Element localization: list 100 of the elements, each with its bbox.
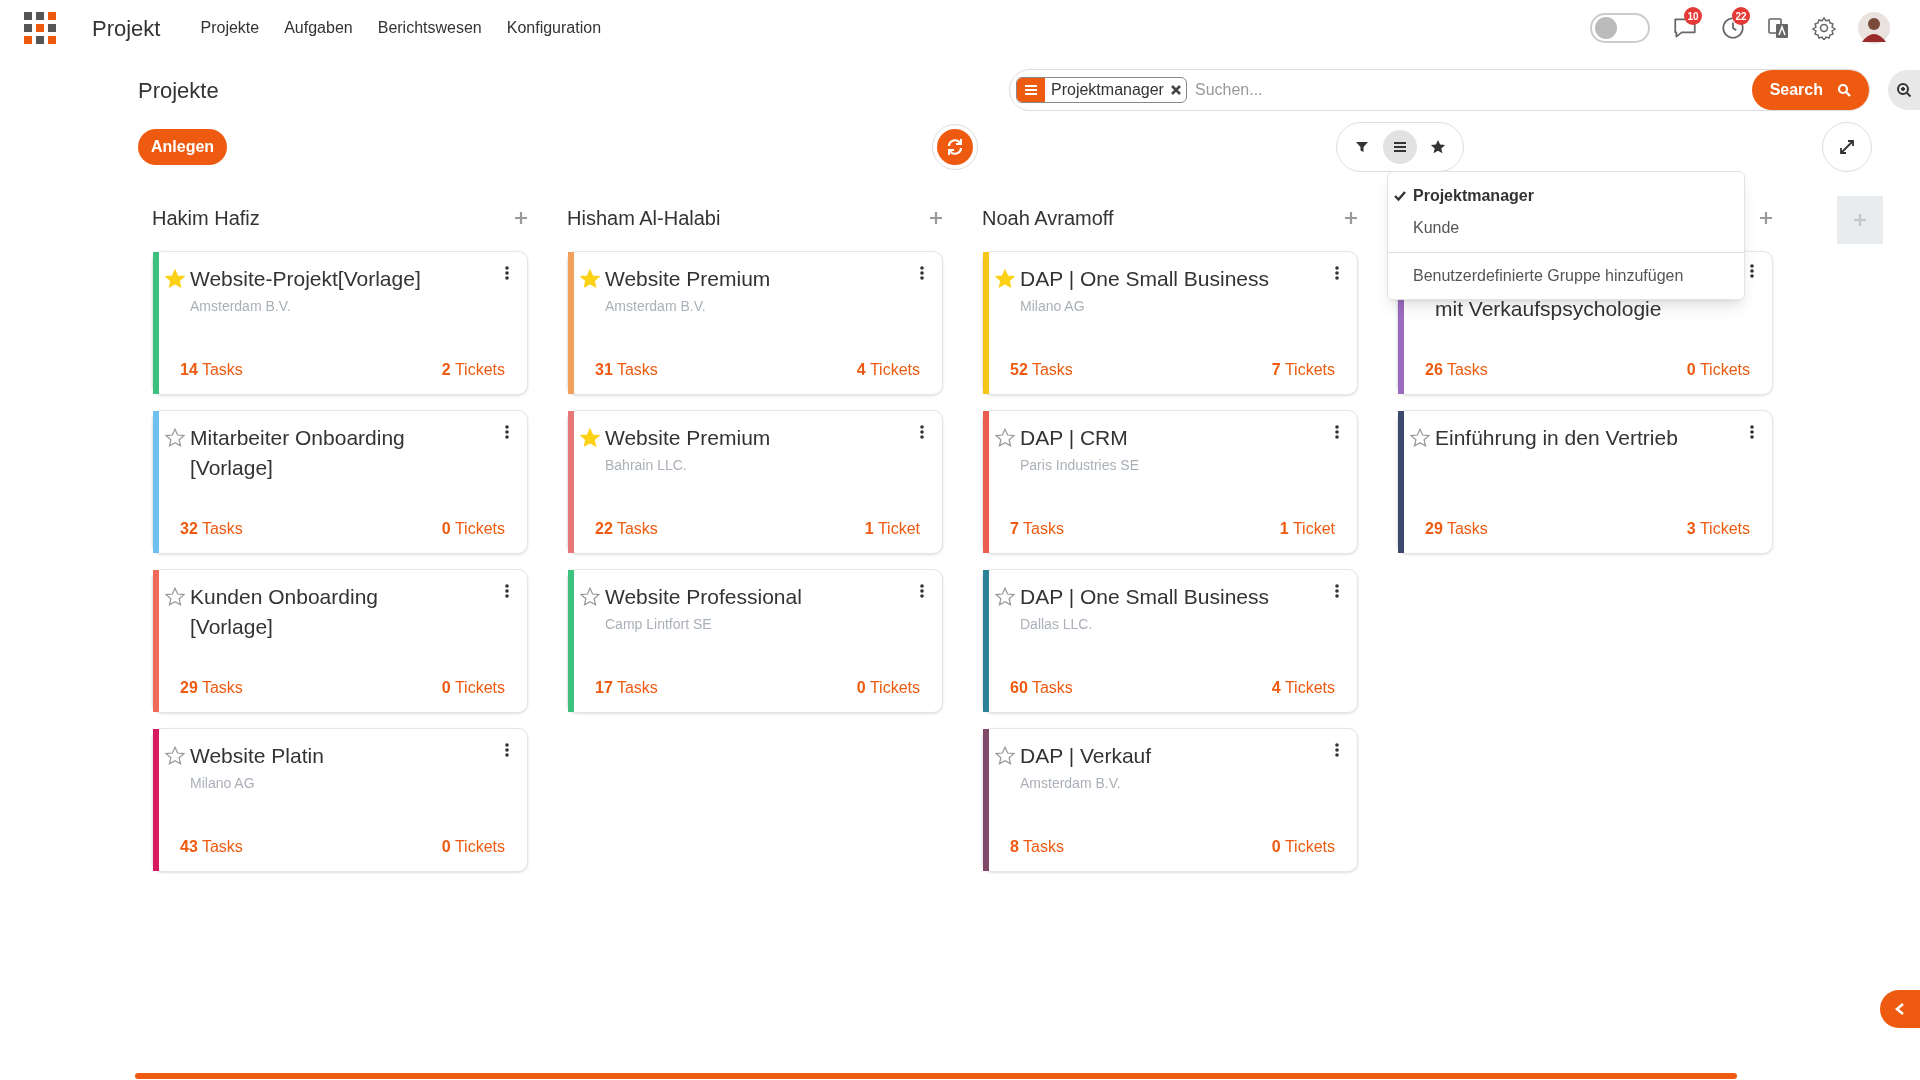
task-count[interactable]: 26 Tasks (1425, 358, 1488, 382)
project-card[interactable]: Mitarbeiter Onboarding [Vorlage] 32 Tasks 0 Tickets (152, 410, 528, 554)
more-icon[interactable] (920, 584, 924, 598)
side-panel-toggle[interactable] (1880, 990, 1920, 1028)
project-card[interactable]: Website Premium Amsterdam B.V. 31 Tasks 4 Tickets (567, 251, 943, 395)
list-icon (1392, 139, 1409, 155)
task-count[interactable]: 32 Tasks (180, 517, 243, 541)
project-card[interactable]: DAP | One Small Business Dallas LLC. 60 Tasks 4 Tickets (982, 569, 1358, 713)
create-button[interactable]: Anlegen (138, 129, 228, 165)
ticket-count[interactable]: 1 Ticket (864, 517, 920, 541)
settings-icon[interactable] (1812, 16, 1836, 40)
card-title: DAP | One Small Business (1020, 266, 1270, 292)
more-icon[interactable] (505, 743, 509, 757)
apps-grid-icon[interactable] (24, 12, 56, 44)
ticket-count[interactable]: 2 Tickets (441, 358, 505, 382)
ticket-count[interactable]: 4 Tickets (1271, 676, 1335, 700)
project-card[interactable]: Website-Projekt[Vorlage] Amsterdam B.V. 14 Tasks 2 Tickets (152, 251, 528, 395)
star-icon[interactable] (1410, 428, 1430, 448)
customer-name: Bahrain LLC. (605, 456, 688, 475)
star-icon[interactable] (995, 746, 1015, 766)
search-input[interactable]: Suchen... (1194, 78, 1752, 102)
task-count[interactable]: 60 Tasks (1010, 676, 1073, 700)
ticket-count[interactable]: 4 Tickets (856, 358, 920, 382)
star-icon[interactable] (995, 428, 1015, 448)
project-card[interactable]: DAP | Verkauf Amsterdam B.V. 8 Tasks 0 Tickets (982, 728, 1358, 872)
card-title: Mitarbeiter Onboarding [Vorlage] (190, 425, 406, 481)
task-count[interactable]: 8 Tasks (1010, 835, 1064, 859)
star-icon[interactable] (995, 587, 1015, 607)
project-card[interactable]: Website Platin Milano AG 43 Tasks 0 Tickets (152, 728, 528, 872)
customer-name: Milano AG (190, 774, 256, 793)
expand-button[interactable] (1822, 122, 1873, 172)
nav-link[interactable]: Projekte (200, 16, 260, 40)
more-icon[interactable] (505, 266, 509, 280)
group-view-button[interactable] (1383, 130, 1418, 164)
add-icon[interactable] (929, 211, 943, 225)
more-icon[interactable] (505, 425, 509, 439)
star-icon[interactable] (580, 428, 600, 448)
star-icon[interactable] (995, 269, 1015, 289)
project-card[interactable]: Einführung in den Vertrieb 29 Tasks 3 Tickets (1397, 410, 1773, 554)
star-icon[interactable] (165, 269, 185, 289)
filter-icon (1354, 139, 1371, 155)
ticket-count[interactable]: 3 Tickets (1686, 517, 1750, 541)
translate-icon[interactable] (1768, 17, 1790, 39)
add-icon[interactable] (514, 211, 528, 225)
toggle-switch[interactable] (1590, 13, 1650, 43)
ticket-count[interactable]: 7 Tickets (1271, 358, 1335, 382)
nav-link[interactable]: Aufgaben (284, 16, 353, 40)
more-icon[interactable] (1335, 266, 1339, 280)
horizontal-scrollbar[interactable] (135, 1073, 1737, 1079)
ticket-count[interactable]: 0 Tickets (441, 835, 505, 859)
more-icon[interactable] (1335, 425, 1339, 439)
task-count[interactable]: 43 Tasks (180, 835, 243, 859)
card-title: Website Premium (605, 425, 772, 451)
star-icon[interactable] (580, 269, 600, 289)
more-icon[interactable] (505, 584, 509, 598)
menu-item[interactable]: Projektmanager (1388, 180, 1744, 212)
task-count[interactable]: 7 Tasks (1010, 517, 1064, 541)
customer-name: Milano AG (1020, 297, 1086, 316)
ticket-count[interactable]: 0 Tickets (441, 676, 505, 700)
project-card[interactable]: DAP | CRM Paris Industries SE 7 Tasks 1 Ticket (982, 410, 1358, 554)
ticket-count[interactable]: 0 Tickets (441, 517, 505, 541)
ticket-count[interactable]: 1 Ticket (1279, 517, 1335, 541)
zoom-button[interactable] (1888, 70, 1920, 110)
add-icon[interactable] (1759, 211, 1773, 225)
star-icon[interactable] (165, 587, 185, 607)
more-icon[interactable] (1750, 264, 1754, 278)
more-icon[interactable] (920, 266, 924, 280)
task-count[interactable]: 52 Tasks (1010, 358, 1073, 382)
task-count[interactable]: 14 Tasks (180, 358, 243, 382)
ticket-count[interactable]: 0 Tickets (1271, 835, 1335, 859)
menu-item[interactable]: Kunde (1388, 212, 1744, 244)
task-count[interactable]: 29 Tasks (1425, 517, 1488, 541)
more-icon[interactable] (920, 425, 924, 439)
star-icon[interactable] (165, 746, 185, 766)
refresh-icon (937, 129, 974, 165)
filter-facet[interactable]: Projektmanager (1016, 77, 1187, 103)
project-card[interactable]: Website Professional Camp Lintfort SE 17 Tasks 0 Tickets (567, 569, 943, 713)
nav-link[interactable]: Berichtswesen (377, 16, 482, 40)
search-button[interactable]: Search (1751, 70, 1869, 110)
project-card[interactable]: Kunden Onboarding [Vorlage] 29 Tasks 0 Tickets (152, 569, 528, 713)
more-icon[interactable] (1335, 743, 1339, 757)
task-count[interactable]: 29 Tasks (180, 676, 243, 700)
task-count[interactable]: 17 Tasks (595, 676, 658, 700)
star-icon[interactable] (165, 428, 185, 448)
card-title: mit Verkaufspsychologie (1435, 296, 1663, 322)
project-card[interactable]: DAP | One Small Business Milano AG 52 Tasks 7 Tickets (982, 251, 1358, 395)
remove-icon[interactable] (1169, 84, 1182, 96)
task-count[interactable]: 31 Tasks (595, 358, 658, 382)
more-icon[interactable] (1335, 584, 1339, 598)
task-count[interactable]: 22 Tasks (595, 517, 658, 541)
ticket-count[interactable]: 0 Tickets (856, 676, 920, 700)
add-icon[interactable] (1344, 211, 1358, 225)
nav-link[interactable]: Konfiguration (506, 16, 602, 40)
avatar-icon[interactable] (1858, 12, 1890, 44)
customer-name: Amsterdam B.V. (605, 297, 707, 316)
star-icon[interactable] (580, 587, 600, 607)
facet-label: Projektmanager (1050, 80, 1165, 100)
more-icon[interactable] (1750, 425, 1754, 439)
project-card[interactable]: Website Premium Bahrain LLC. 22 Tasks 1 Ticket (567, 410, 943, 554)
ticket-count[interactable]: 0 Tickets (1686, 358, 1750, 382)
